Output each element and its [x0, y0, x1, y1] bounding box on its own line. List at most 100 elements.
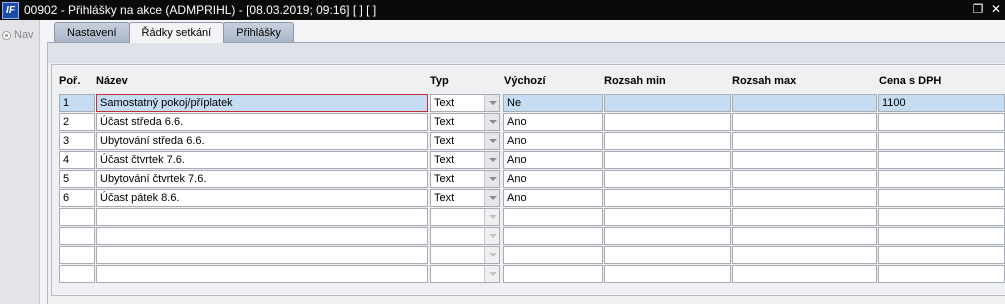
nav-radio-item[interactable]: Nav	[2, 29, 34, 41]
header-vychozi: Výchozí	[504, 75, 546, 87]
type-select-value: Text	[434, 135, 455, 147]
type-select-value: Text	[434, 192, 455, 204]
cell-nazev[interactable]	[96, 265, 428, 283]
cell-vychozi[interactable]	[503, 208, 603, 226]
cell-cena[interactable]	[878, 208, 1005, 226]
cell-nazev[interactable]: Účast čtvrtek 7.6.	[96, 151, 428, 169]
cell-rozsah-max[interactable]	[732, 151, 877, 169]
cell-cena[interactable]: 1100	[878, 94, 1005, 112]
cell-cena[interactable]	[878, 170, 1005, 188]
tab-prihlasky[interactable]: Přihlášky	[223, 22, 294, 42]
cell-rozsah-min[interactable]	[604, 94, 731, 112]
cell-nazev[interactable]: Účast středa 6.6.	[96, 113, 428, 131]
chevron-down-icon[interactable]	[484, 266, 499, 282]
tab-nastaveni[interactable]: Nastavení	[54, 22, 130, 42]
cell-nazev[interactable]: Ubytování středa 6.6.	[96, 132, 428, 150]
cell-rozsah-max[interactable]	[732, 246, 877, 264]
cell-vychozi[interactable]: Ano	[503, 113, 603, 131]
cell-cena[interactable]	[878, 246, 1005, 264]
cell-cena[interactable]	[878, 151, 1005, 169]
type-select[interactable]: Text	[430, 189, 500, 207]
cell-rozsah-max[interactable]	[732, 94, 877, 112]
cell-cena[interactable]	[878, 189, 1005, 207]
radio-icon[interactable]	[2, 30, 11, 40]
cell-por[interactable]: 6	[59, 189, 95, 207]
type-select[interactable]	[430, 246, 500, 264]
cell-nazev[interactable]: Ubytování čtvrtek 7.6.	[96, 170, 428, 188]
type-select[interactable]	[430, 227, 500, 245]
type-select[interactable]: Text	[430, 151, 500, 169]
left-panel: Nav	[0, 20, 40, 304]
chevron-down-icon[interactable]	[484, 152, 499, 168]
app-logo-icon: IF	[2, 1, 19, 19]
type-select[interactable]: Text	[430, 170, 500, 188]
cell-por[interactable]: 5	[59, 170, 95, 188]
cell-por[interactable]: 4	[59, 151, 95, 169]
cell-por[interactable]	[59, 265, 95, 283]
cell-vychozi[interactable]	[503, 265, 603, 283]
cell-nazev[interactable]: Samostatný pokoj/příplatek	[96, 94, 428, 112]
chevron-down-icon[interactable]	[484, 247, 499, 263]
cell-por[interactable]	[59, 246, 95, 264]
cell-vychozi[interactable]: Ne	[503, 94, 603, 112]
cell-vychozi[interactable]: Ano	[503, 151, 603, 169]
header-rozsah-min: Rozsah min	[604, 75, 666, 87]
tab-strip: Nastavení Řádky setkání Přihlášky	[54, 22, 294, 43]
cell-rozsah-max[interactable]	[732, 208, 877, 226]
close-icon[interactable]: ✕	[989, 2, 1003, 16]
cell-rozsah-max[interactable]	[732, 265, 877, 283]
title-bar: IF 00902 - Přihlášky na akce (ADMPRIHL) …	[0, 0, 1005, 20]
tab-radky-setkani[interactable]: Řádky setkání	[128, 22, 225, 43]
cell-rozsah-min[interactable]	[604, 265, 731, 283]
cell-rozsah-min[interactable]	[604, 113, 731, 131]
restore-icon[interactable]: ❐	[971, 2, 985, 16]
type-select[interactable]	[430, 265, 500, 283]
cell-por[interactable]: 1	[59, 94, 95, 112]
header-por: Poř.	[59, 75, 81, 87]
cell-nazev[interactable]: Účast pátek 8.6.	[96, 189, 428, 207]
cell-cena[interactable]	[878, 227, 1005, 245]
chevron-down-icon[interactable]	[484, 114, 499, 130]
cell-vychozi[interactable]: Ano	[503, 170, 603, 188]
cell-vychozi[interactable]	[503, 227, 603, 245]
chevron-down-icon[interactable]	[484, 209, 499, 225]
type-select-value: Text	[434, 97, 455, 109]
type-select-value: Text	[434, 116, 455, 128]
cell-vychozi[interactable]: Ano	[503, 132, 603, 150]
cell-nazev[interactable]	[96, 208, 428, 226]
header-rozsah-max: Rozsah max	[732, 75, 797, 87]
cell-vychozi[interactable]: Ano	[503, 189, 603, 207]
chevron-down-icon[interactable]	[484, 95, 499, 111]
cell-rozsah-min[interactable]	[604, 170, 731, 188]
cell-por[interactable]	[59, 208, 95, 226]
type-select[interactable]: Text	[430, 94, 500, 112]
cell-cena[interactable]	[878, 113, 1005, 131]
type-select[interactable]	[430, 208, 500, 226]
chevron-down-icon[interactable]	[484, 228, 499, 244]
type-select[interactable]: Text	[430, 132, 500, 150]
cell-rozsah-max[interactable]	[732, 227, 877, 245]
cell-rozsah-max[interactable]	[732, 170, 877, 188]
type-select[interactable]: Text	[430, 113, 500, 131]
cell-nazev[interactable]	[96, 227, 428, 245]
cell-cena[interactable]	[878, 265, 1005, 283]
cell-rozsah-max[interactable]	[732, 189, 877, 207]
cell-vychozi[interactable]	[503, 246, 603, 264]
cell-por[interactable]	[59, 227, 95, 245]
cell-rozsah-max[interactable]	[732, 132, 877, 150]
chevron-down-icon[interactable]	[484, 171, 499, 187]
cell-rozsah-min[interactable]	[604, 132, 731, 150]
header-nazev: Název	[96, 75, 128, 87]
cell-rozsah-min[interactable]	[604, 227, 731, 245]
cell-rozsah-min[interactable]	[604, 208, 731, 226]
chevron-down-icon[interactable]	[484, 133, 499, 149]
cell-cena[interactable]	[878, 132, 1005, 150]
cell-rozsah-min[interactable]	[604, 151, 731, 169]
cell-nazev[interactable]	[96, 246, 428, 264]
cell-rozsah-min[interactable]	[604, 246, 731, 264]
cell-por[interactable]: 2	[59, 113, 95, 131]
chevron-down-icon[interactable]	[484, 190, 499, 206]
cell-rozsah-max[interactable]	[732, 113, 877, 131]
cell-por[interactable]: 3	[59, 132, 95, 150]
cell-rozsah-min[interactable]	[604, 189, 731, 207]
